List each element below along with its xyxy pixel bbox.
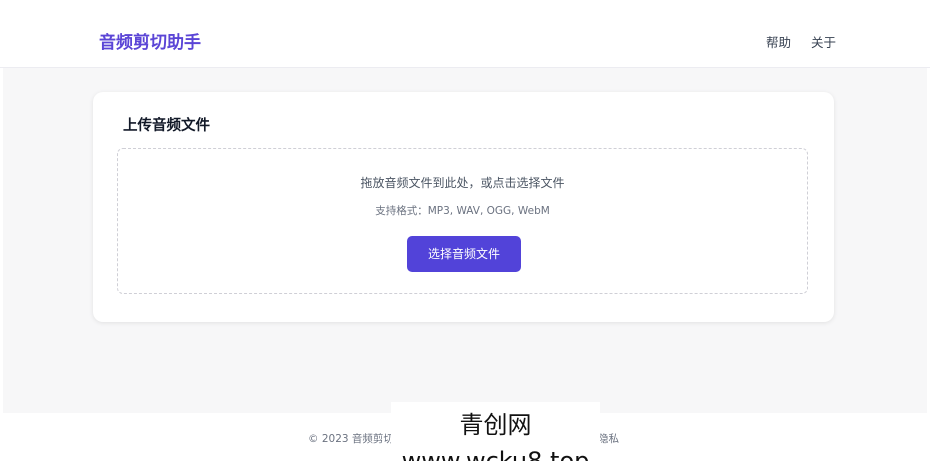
supported-formats-text: 支持格式：MP3, WAV, OGG, WebM <box>375 205 550 217</box>
app-brand-title[interactable]: 音频剪切助手 <box>99 31 201 55</box>
upload-card-title: 上传音频文件 <box>123 118 210 134</box>
watermark-overlay: 青创网 www.wcku8.top <box>391 402 600 461</box>
dropzone-hint: 拖放音频文件到此处，或点击选择文件 <box>360 176 565 190</box>
footer-copyright: © 2023 音频剪切 <box>308 433 394 445</box>
upload-card: 上传音频文件 拖放音频文件到此处，或点击选择文件 支持格式：MP3, WAV, … <box>93 92 834 322</box>
top-header: 音频剪切助手 帮助 关于 <box>0 0 930 68</box>
nav-about-link[interactable]: 关于 <box>811 35 836 51</box>
watermark-site-name: 青创网 <box>459 411 532 439</box>
file-dropzone[interactable]: 拖放音频文件到此处，或点击选择文件 支持格式：MP3, WAV, OGG, We… <box>117 148 808 294</box>
watermark-url: www.wcku8.top <box>401 447 590 461</box>
choose-audio-file-button[interactable]: 选择音频文件 <box>407 236 521 272</box>
footer-privacy-link[interactable]: 隐私 <box>598 432 619 446</box>
nav-help-link[interactable]: 帮助 <box>766 35 791 51</box>
